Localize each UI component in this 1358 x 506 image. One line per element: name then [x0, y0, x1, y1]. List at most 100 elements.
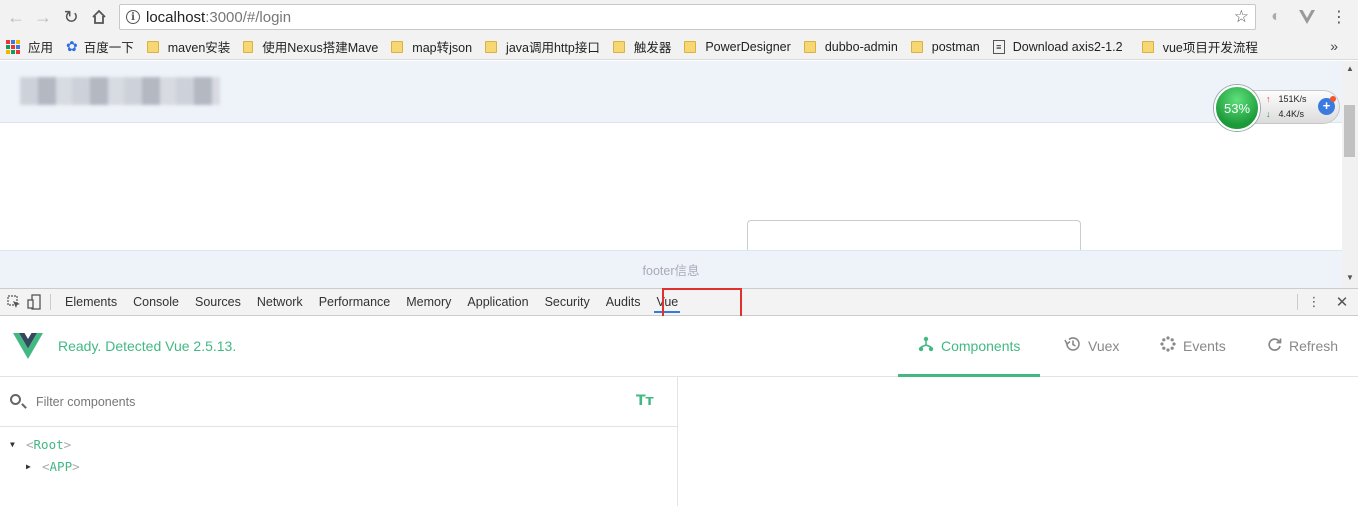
folder-icon — [612, 40, 625, 53]
bookmark-label: vue项目开发流程 — [1162, 41, 1258, 55]
page-footer: footer信息 — [0, 250, 1342, 288]
bookmark-label: 触发器 — [633, 41, 672, 55]
vue-tab-label: Events — [1183, 338, 1226, 354]
bookmark-item[interactable]: PowerDesigner — [684, 39, 791, 54]
devtools-tab-audits[interactable]: Audits — [598, 289, 649, 315]
expanded-triangle-icon[interactable]: ▼ — [10, 440, 20, 449]
bookmark-label: dubbo-admin — [824, 39, 898, 54]
bookmark-item[interactable]: 触发器 — [612, 37, 672, 56]
scroll-up-icon[interactable]: ▲ — [1346, 64, 1354, 73]
toolbar-divider — [50, 294, 51, 310]
page-scrollbar[interactable]: ▲ ▼ — [1342, 61, 1358, 288]
baidu-paw-icon: ✿ — [66, 38, 78, 54]
speed-percent: 53% — [1214, 85, 1260, 131]
devtools-tab-network[interactable]: Network — [249, 289, 311, 315]
bookmark-item[interactable]: dubbo-admin — [803, 39, 898, 54]
network-speed-widget[interactable]: 53% ↑ 151K/s ↓ 4.4K/s + — [1214, 85, 1342, 131]
vue-devtools-header: Ready. Detected Vue 2.5.13. Components V… — [0, 316, 1358, 377]
vue-logo-icon — [13, 333, 43, 362]
scroll-down-icon[interactable]: ▼ — [1346, 273, 1354, 282]
up-arrow-icon: ↑ — [1266, 94, 1271, 104]
vue-tab-vuex[interactable]: Vuex — [1064, 316, 1119, 376]
info-icon[interactable]: i — [126, 10, 140, 24]
bookmark-item[interactable]: map转json — [391, 37, 472, 56]
text-size-toggle-icon[interactable]: Tт — [636, 393, 654, 409]
back-arrow-icon[interactable]: ← — [5, 6, 27, 28]
refresh-icon — [1267, 337, 1282, 356]
bookmark-label: postman — [931, 39, 980, 54]
bookmark-label: maven安装 — [167, 41, 231, 55]
devtools-tab-performance[interactable]: Performance — [311, 289, 399, 315]
scrollbar-thumb[interactable] — [1344, 105, 1355, 157]
vue-tab-components[interactable]: Components — [897, 316, 1041, 377]
extension-icon[interactable]: ◐ — [1266, 7, 1286, 27]
devtools-menu-icon[interactable]: ⋮ — [1304, 292, 1324, 312]
bookmark-apps[interactable]: 应用 — [6, 37, 53, 56]
component-name: Root — [33, 436, 64, 452]
url-host: localhost — [146, 8, 206, 26]
page-icon: ≡ — [992, 39, 1005, 54]
blurred-site-logo — [20, 77, 220, 105]
devtools-tab-elements[interactable]: Elements — [57, 289, 125, 315]
bookmark-baidu[interactable]: ✿ 百度一下 — [66, 37, 134, 56]
devtools-tab-sources[interactable]: Sources — [187, 289, 249, 315]
bookmark-star-icon[interactable]: ☆ — [1234, 7, 1249, 27]
folder-icon — [684, 40, 697, 53]
tree-node-app[interactable]: ▶ < APP > — [0, 455, 677, 477]
devtools-tab-vue[interactable]: Vue — [648, 289, 686, 315]
bookmark-item[interactable]: 使用Nexus搭建Mave — [243, 37, 378, 56]
vue-tab-label: Components — [941, 338, 1021, 354]
devtools-tab-application[interactable]: Application — [459, 289, 536, 315]
devtools-tab-console[interactable]: Console — [125, 289, 187, 315]
bookmark-item[interactable]: ≡ Download axis2-1.2 — [992, 39, 1129, 54]
vue-tab-events[interactable]: Events — [1160, 316, 1226, 376]
home-icon[interactable] — [88, 6, 110, 28]
vue-tab-refresh[interactable]: Refresh — [1267, 316, 1338, 376]
filter-components-input[interactable] — [36, 391, 596, 413]
page-header — [0, 61, 1342, 123]
devtools-controls: ⋮ ✕ — [1291, 289, 1358, 315]
chrome-menu-icon[interactable]: ⋮ — [1329, 7, 1349, 27]
components-pane: Tт ▼ <Root> ▶ <APP> — [0, 377, 678, 506]
browser-toolbar: ← → ↻ i localhost:3000/#/login ☆ ◐ ⋮ — [0, 0, 1358, 34]
bookmark-item[interactable]: java调用http接口 — [485, 37, 600, 56]
inspect-element-icon[interactable] — [4, 292, 24, 312]
devtools-tab-bar: Elements Console Sources Network Performance… — [0, 288, 1358, 316]
toolbar-divider — [1297, 294, 1298, 310]
bookmark-item[interactable]: maven安装 — [146, 37, 231, 56]
close-devtools-icon[interactable]: ✕ — [1332, 292, 1352, 312]
bookmarks-more-icon[interactable]: » — [1330, 38, 1338, 54]
bookmark-label: java调用http接口 — [506, 41, 600, 55]
devtools-tab-security[interactable]: Security — [537, 289, 598, 315]
vue-detected-status: Ready. Detected Vue 2.5.13. — [58, 338, 237, 354]
folder-icon — [243, 40, 254, 53]
tree-node-root[interactable]: ▼ < Root > — [0, 433, 677, 455]
folder-icon — [391, 40, 404, 53]
bookmark-label: 百度一下 — [83, 41, 134, 55]
apps-icon — [6, 39, 20, 54]
bookmark-label: Download axis2-1.2 — [1012, 39, 1123, 54]
forward-arrow-icon[interactable]: → — [32, 6, 54, 28]
search-icon — [10, 394, 21, 405]
upload-speed: ↑ 151K/s — [1266, 94, 1307, 104]
url-path: :3000/#/login — [205, 8, 292, 26]
vue-tab-label: Vuex — [1088, 338, 1120, 354]
folder-icon — [485, 40, 498, 53]
vue-devtools-extension-icon[interactable] — [1297, 7, 1317, 27]
vue-tab-label: Refresh — [1289, 338, 1339, 354]
folder-icon — [803, 40, 816, 53]
reload-icon[interactable]: ↻ — [60, 6, 82, 28]
bookmark-item[interactable]: postman — [910, 39, 980, 54]
bookmark-label: 应用 — [28, 41, 54, 55]
history-icon — [1064, 336, 1081, 356]
components-icon — [918, 336, 934, 356]
footer-text: footer信息 — [642, 264, 700, 278]
bookmark-item[interactable]: vue项目开发流程 — [1141, 37, 1258, 56]
devtools-tab-memory[interactable]: Memory — [398, 289, 459, 315]
download-speed: ↓ 4.4K/s — [1266, 109, 1305, 119]
address-bar[interactable]: i localhost:3000/#/login ☆ — [119, 4, 1256, 30]
collapsed-triangle-icon[interactable]: ▶ — [26, 462, 36, 471]
filter-bar: Tт — [0, 377, 677, 427]
device-toolbar-icon[interactable] — [24, 292, 44, 312]
bookmark-label: PowerDesigner — [705, 39, 791, 54]
